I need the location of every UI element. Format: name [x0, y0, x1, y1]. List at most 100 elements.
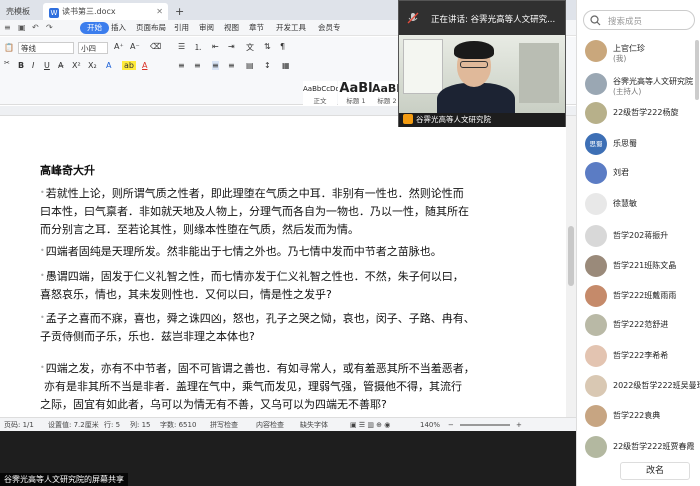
subscript-icon[interactable]: X₂	[88, 61, 97, 70]
increase-indent-icon[interactable]: ⇥	[228, 42, 235, 51]
member-item[interactable]: 22级哲学222班贾春霞	[585, 436, 697, 458]
para-line: 孟子之喜而不寐，喜也，舜之诛四凶，怒也，孔子之哭之恸，哀也，闵子、子路、冉有、	[45, 312, 475, 325]
avatar	[585, 193, 607, 215]
member-item[interactable]: 哲学202蒋振升	[585, 225, 697, 247]
menu-member[interactable]: 会员专	[318, 22, 341, 34]
speaking-name: 谷霁光高等人文研究...	[470, 15, 556, 25]
paragraph-3: •愚谓四端，固发于仁义礼智之性，而七情亦发于仁义礼智之性也．不然，朱子何以曰， …	[40, 267, 480, 304]
menu-developer[interactable]: 开发工具	[276, 22, 306, 34]
menu-page-layout[interactable]: 页面布局	[136, 22, 166, 34]
status-words[interactable]: 字数: 6510	[160, 419, 196, 431]
paste-icon[interactable]: 📋	[4, 43, 14, 52]
italic-icon[interactable]: I	[32, 61, 34, 70]
host-badge-icon	[403, 114, 413, 124]
highlight-icon[interactable]: ab	[122, 61, 136, 70]
member-item[interactable]: 哲学222班戴雨雨	[585, 285, 697, 307]
style-normal-preview: AaBbCcDd	[303, 85, 340, 93]
member-item[interactable]: 哲学222袁典	[585, 405, 697, 427]
format-painter-icon[interactable]: ✂	[4, 59, 10, 67]
shrink-font-icon[interactable]: A⁻	[130, 42, 140, 51]
search-input[interactable]: 搜索成员	[608, 15, 642, 27]
shading-icon[interactable]: ▦	[282, 61, 290, 70]
menu-review[interactable]: 审阅	[199, 22, 214, 34]
grow-font-icon[interactable]: A⁺	[114, 42, 124, 51]
redo-icon[interactable]: ↷	[46, 23, 53, 32]
status-setting: 设置值: 7.2厘米	[48, 421, 99, 429]
speaker-video-tile[interactable]: 正在讲话: 谷霁光高等人文研究... 谷霁光高等人文研究院	[398, 0, 566, 127]
zoom-level[interactable]: 140%	[420, 419, 440, 431]
status-page[interactable]: 页码: 1/1	[4, 419, 34, 431]
member-search[interactable]: 搜索成员	[583, 10, 695, 30]
status-proof[interactable]: 内容检查	[256, 419, 284, 431]
menu-icon[interactable]: ≡	[4, 23, 11, 32]
rename-button[interactable]: 改名	[620, 462, 690, 480]
member-item[interactable]: 22级哲学222杨旋	[585, 102, 697, 124]
avatar	[585, 345, 607, 367]
font-size-select[interactable]: 小四	[78, 42, 108, 54]
bullet-mark: •	[40, 313, 45, 322]
view-mode-icons[interactable]: ▣ ☰ ▥ ⊕ ◉	[350, 419, 390, 431]
member-item[interactable]: 谷霁光高等人文研究院 (主持人)	[585, 73, 697, 96]
status-col: 列: 15	[130, 421, 151, 429]
member-item[interactable]: 哲学221班陈文晶	[585, 255, 697, 277]
align-left-icon[interactable]: ≡	[178, 61, 185, 70]
text-effect-icon[interactable]: A	[106, 61, 111, 70]
font-name-select[interactable]: 等线	[18, 42, 74, 54]
member-item[interactable]: 思蜀 乐思蜀	[585, 133, 697, 155]
member-item[interactable]: 哲学222李希希	[585, 345, 697, 367]
tab-template[interactable]: 壳模板	[0, 3, 40, 20]
save-icon[interactable]: ▣	[18, 23, 26, 32]
font-color-icon[interactable]: A	[142, 61, 147, 70]
menu-view[interactable]: 视图	[224, 22, 239, 34]
status-spellcheck[interactable]: 拼写检查	[210, 419, 238, 431]
bold-icon[interactable]: B	[18, 61, 24, 70]
status-row: 行: 5	[104, 421, 121, 429]
decrease-indent-icon[interactable]: ⇤	[212, 42, 219, 51]
zoom-in-icon[interactable]: +	[516, 419, 522, 431]
member-item[interactable]: 2022级哲学222班吴曼珍	[585, 375, 700, 397]
underline-icon[interactable]: U	[44, 61, 50, 70]
para-line: 亦有是非其所不当是非者．盖理在气中，乘气而发见，理弱气强，管摄他不得，其流行	[44, 380, 462, 393]
sort-icon[interactable]: ⇅	[264, 42, 271, 51]
new-tab-button[interactable]: +	[172, 3, 188, 20]
tab-document[interactable]: W 读书第三.docx ✕	[43, 3, 168, 20]
align-justify-icon[interactable]: ≡	[212, 61, 219, 70]
style-normal-name: 正文	[313, 97, 327, 105]
para-line: 而分别言之耳．至若论其性，则缘本性堕在气质，然后发而为情。	[40, 223, 359, 236]
show-marks-icon[interactable]: ¶	[280, 42, 285, 51]
zoom-slider[interactable]	[460, 424, 510, 426]
member-name: 哲学222李希希	[613, 351, 669, 360]
superscript-icon[interactable]: X²	[72, 61, 81, 70]
menu-reference[interactable]: 引用	[174, 22, 189, 34]
line-spacing-icon[interactable]: ↕	[264, 61, 271, 70]
style-heading-1[interactable]: AaBl 标题 1	[338, 81, 374, 109]
align-center-icon[interactable]: ≡	[194, 61, 201, 70]
distribute-icon[interactable]: ▤	[246, 61, 254, 70]
zoom-out-icon[interactable]: −	[448, 419, 454, 431]
menu-section[interactable]: 章节	[249, 22, 264, 34]
para-line: 之际，固宜有如此者，乌可以为情无有不善，又乌可以为四端无不善耶?	[40, 398, 387, 411]
member-item[interactable]: 刘君	[585, 162, 697, 184]
undo-icon[interactable]: ↶	[32, 23, 39, 32]
avatar	[585, 73, 607, 95]
menu-insert[interactable]: 插入	[111, 22, 126, 34]
member-name: 哲学202蒋振升	[613, 231, 669, 240]
scrollbar-thumb[interactable]	[568, 226, 574, 286]
style-normal[interactable]: AaBbCcDd 正文	[303, 81, 340, 109]
member-item[interactable]: 哲学222范舒进	[585, 314, 697, 336]
document-scrollbar[interactable]	[566, 116, 576, 417]
menu-start[interactable]: 开始	[80, 22, 109, 34]
member-item[interactable]: 上官仁珍 (我)	[585, 40, 697, 63]
para-line: 子贡侍侧而子乐，乐也．兹岂非理之本体也?	[40, 330, 255, 343]
numbered-list-icon[interactable]: ⒈	[194, 42, 202, 53]
avatar: 思蜀	[585, 133, 607, 155]
status-missing-font[interactable]: 缺失字体	[300, 419, 328, 431]
document-page[interactable]: 高峰奇大升 •若就性上论，则所谓气质之性者，即此理堕在气质之中耳．非别有一性也．…	[0, 116, 576, 417]
chinese-layout-icon[interactable]: 文	[246, 42, 254, 53]
bullet-list-icon[interactable]: ☰	[178, 42, 185, 51]
align-right-icon[interactable]: ≡	[228, 61, 235, 70]
clear-format-icon[interactable]: ⌫	[150, 42, 161, 51]
member-item[interactable]: 徐慧敏	[585, 193, 697, 215]
close-tab-icon[interactable]: ✕	[156, 3, 163, 20]
strikethrough-icon[interactable]: A̶	[58, 61, 63, 70]
